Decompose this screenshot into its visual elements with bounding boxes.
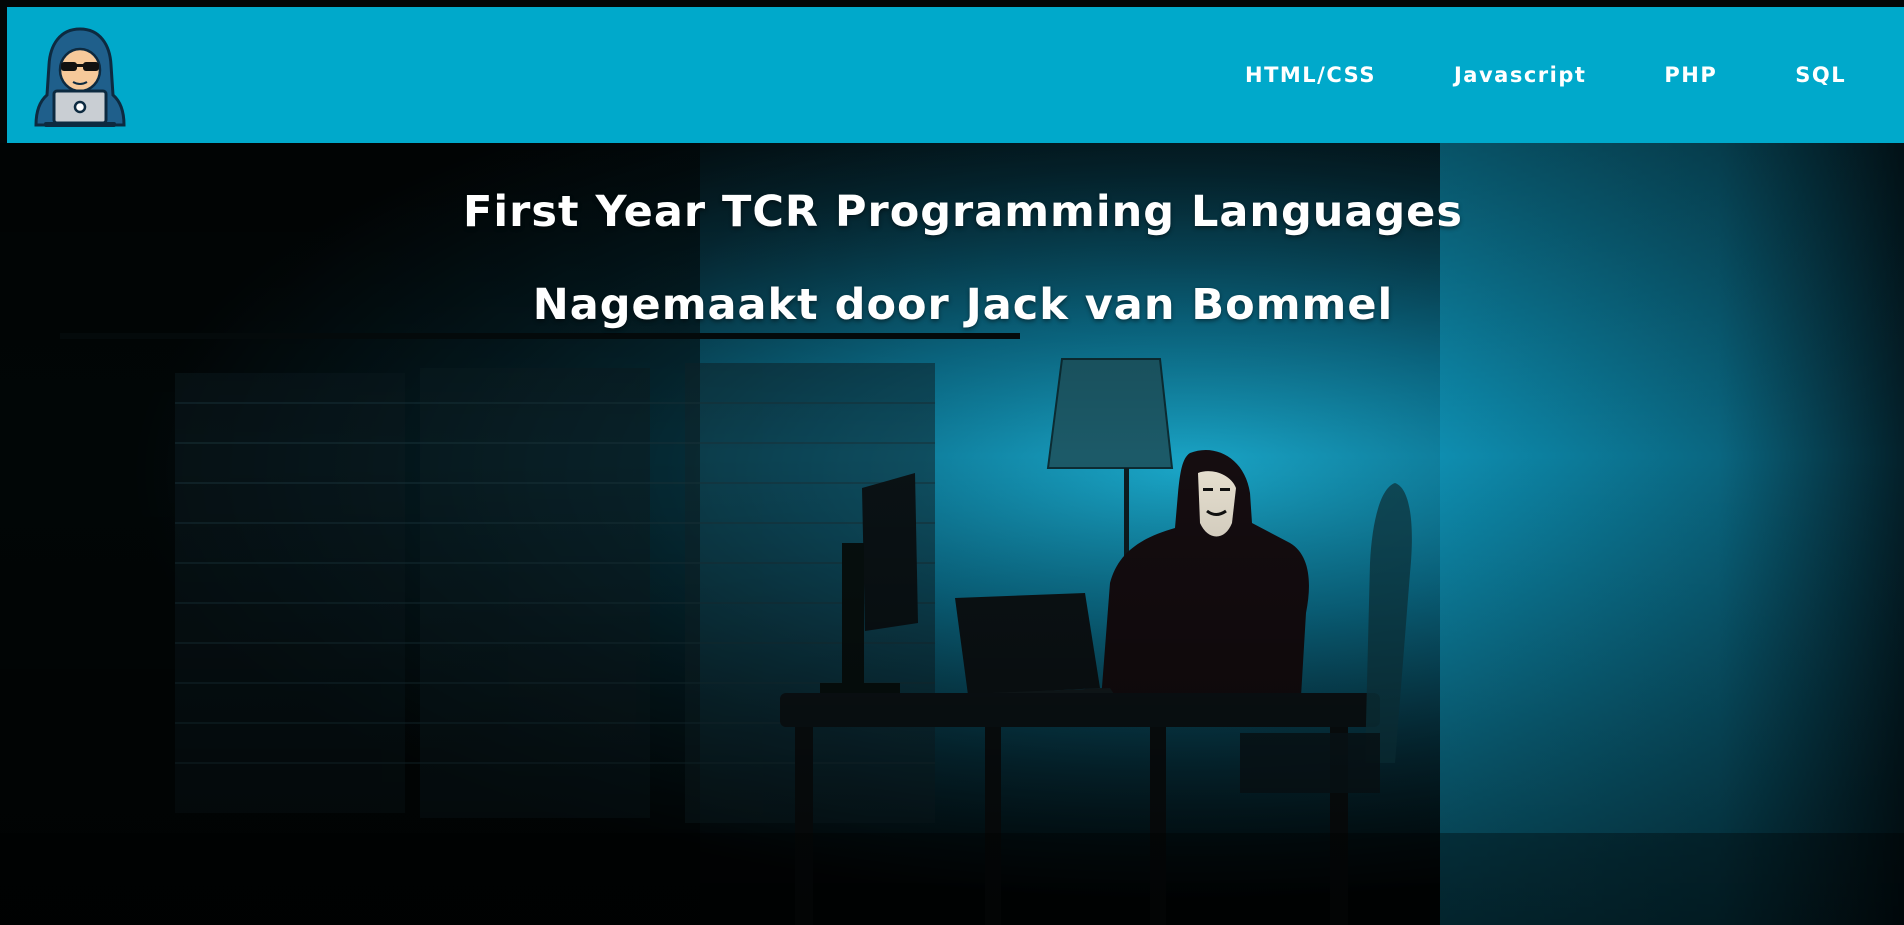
- page: HTML/CSS Javascript PHP SQL First Year T…: [0, 0, 1904, 925]
- hero-background-image: [0, 143, 1904, 925]
- main-nav: HTML/CSS Javascript PHP SQL: [1245, 7, 1904, 143]
- nav-link-javascript[interactable]: Javascript: [1454, 63, 1586, 87]
- navbar: HTML/CSS Javascript PHP SQL: [7, 7, 1904, 143]
- nav-link-html-css[interactable]: HTML/CSS: [1245, 63, 1376, 87]
- nav-link-php[interactable]: PHP: [1664, 63, 1717, 87]
- hero-subtitle: Nagemaakt door Jack van Bommel: [532, 280, 1394, 330]
- nav-link-sql[interactable]: SQL: [1795, 63, 1846, 87]
- hero-section: First Year TCR Programming Languages Nag…: [0, 143, 1904, 925]
- hero-title: First Year TCR Programming Languages: [463, 187, 1463, 237]
- hacker-laptop-icon[interactable]: [30, 25, 130, 129]
